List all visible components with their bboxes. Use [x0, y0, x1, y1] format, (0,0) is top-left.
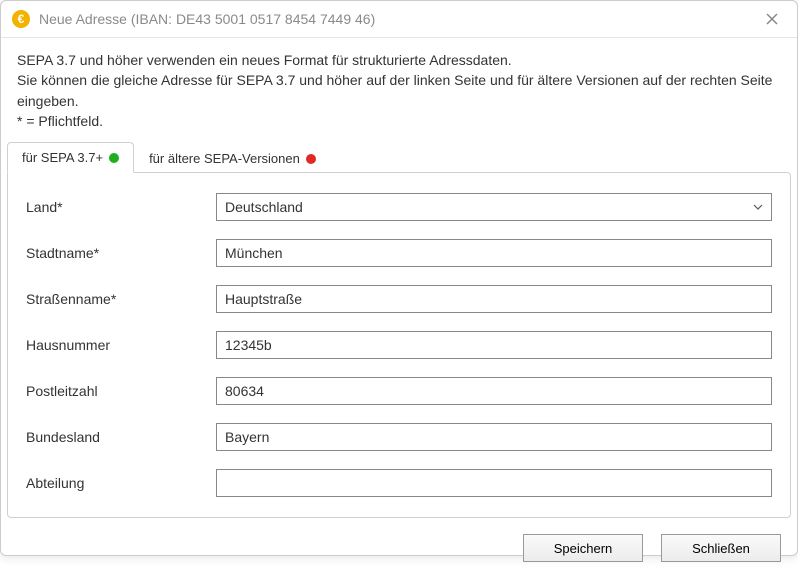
country-select-value: Deutschland — [225, 199, 303, 215]
tabs: für SEPA 3.7+ für ältere SEPA-Versionen — [1, 141, 797, 172]
tab-sepa37-label: für SEPA 3.7+ — [22, 150, 103, 165]
label-department: Abteilung — [26, 475, 216, 491]
row-houseno: Hausnummer — [26, 331, 772, 359]
app-euro-icon: € — [11, 9, 31, 29]
row-department: Abteilung — [26, 469, 772, 497]
department-input[interactable] — [216, 469, 772, 497]
tab-older-sepa[interactable]: für ältere SEPA-Versionen — [134, 143, 331, 173]
window-title: Neue Adresse (IBAN: DE43 5001 0517 8454 … — [39, 11, 757, 27]
close-icon — [766, 13, 778, 25]
intro-line3: * = Pflichtfeld. — [17, 111, 781, 131]
status-dot-green-icon — [109, 153, 119, 163]
label-country: Land* — [26, 199, 216, 215]
street-input[interactable] — [216, 285, 772, 313]
postal-input[interactable] — [216, 377, 772, 405]
intro-line1: SEPA 3.7 und höher verwenden ein neues F… — [17, 50, 781, 70]
tab-sepa37[interactable]: für SEPA 3.7+ — [7, 142, 134, 173]
svg-text:€: € — [18, 12, 25, 26]
save-button[interactable]: Speichern — [523, 534, 643, 562]
footer: Speichern Schließen — [1, 524, 797, 576]
country-select[interactable]: Deutschland — [216, 193, 772, 221]
chevron-down-icon — [753, 202, 763, 212]
form-panel: Land* Deutschland Stadtname* Straßenname… — [7, 172, 791, 518]
state-input[interactable] — [216, 423, 772, 451]
label-houseno: Hausnummer — [26, 337, 216, 353]
label-postal: Postleitzahl — [26, 383, 216, 399]
intro-text: SEPA 3.7 und höher verwenden ein neues F… — [1, 38, 797, 141]
status-dot-red-icon — [306, 154, 316, 164]
label-street: Straßenname* — [26, 291, 216, 307]
row-postal: Postleitzahl — [26, 377, 772, 405]
label-city: Stadtname* — [26, 245, 216, 261]
dialog-window: € Neue Adresse (IBAN: DE43 5001 0517 845… — [0, 0, 798, 556]
row-state: Bundesland — [26, 423, 772, 451]
intro-line2: Sie können die gleiche Adresse für SEPA … — [17, 70, 781, 111]
row-street: Straßenname* — [26, 285, 772, 313]
close-button[interactable]: Schließen — [661, 534, 781, 562]
city-input[interactable] — [216, 239, 772, 267]
row-country: Land* Deutschland — [26, 193, 772, 221]
titlebar: € Neue Adresse (IBAN: DE43 5001 0517 845… — [1, 1, 797, 38]
row-city: Stadtname* — [26, 239, 772, 267]
houseno-input[interactable] — [216, 331, 772, 359]
label-state: Bundesland — [26, 429, 216, 445]
window-close-button[interactable] — [757, 7, 787, 31]
tab-older-label: für ältere SEPA-Versionen — [149, 151, 300, 166]
